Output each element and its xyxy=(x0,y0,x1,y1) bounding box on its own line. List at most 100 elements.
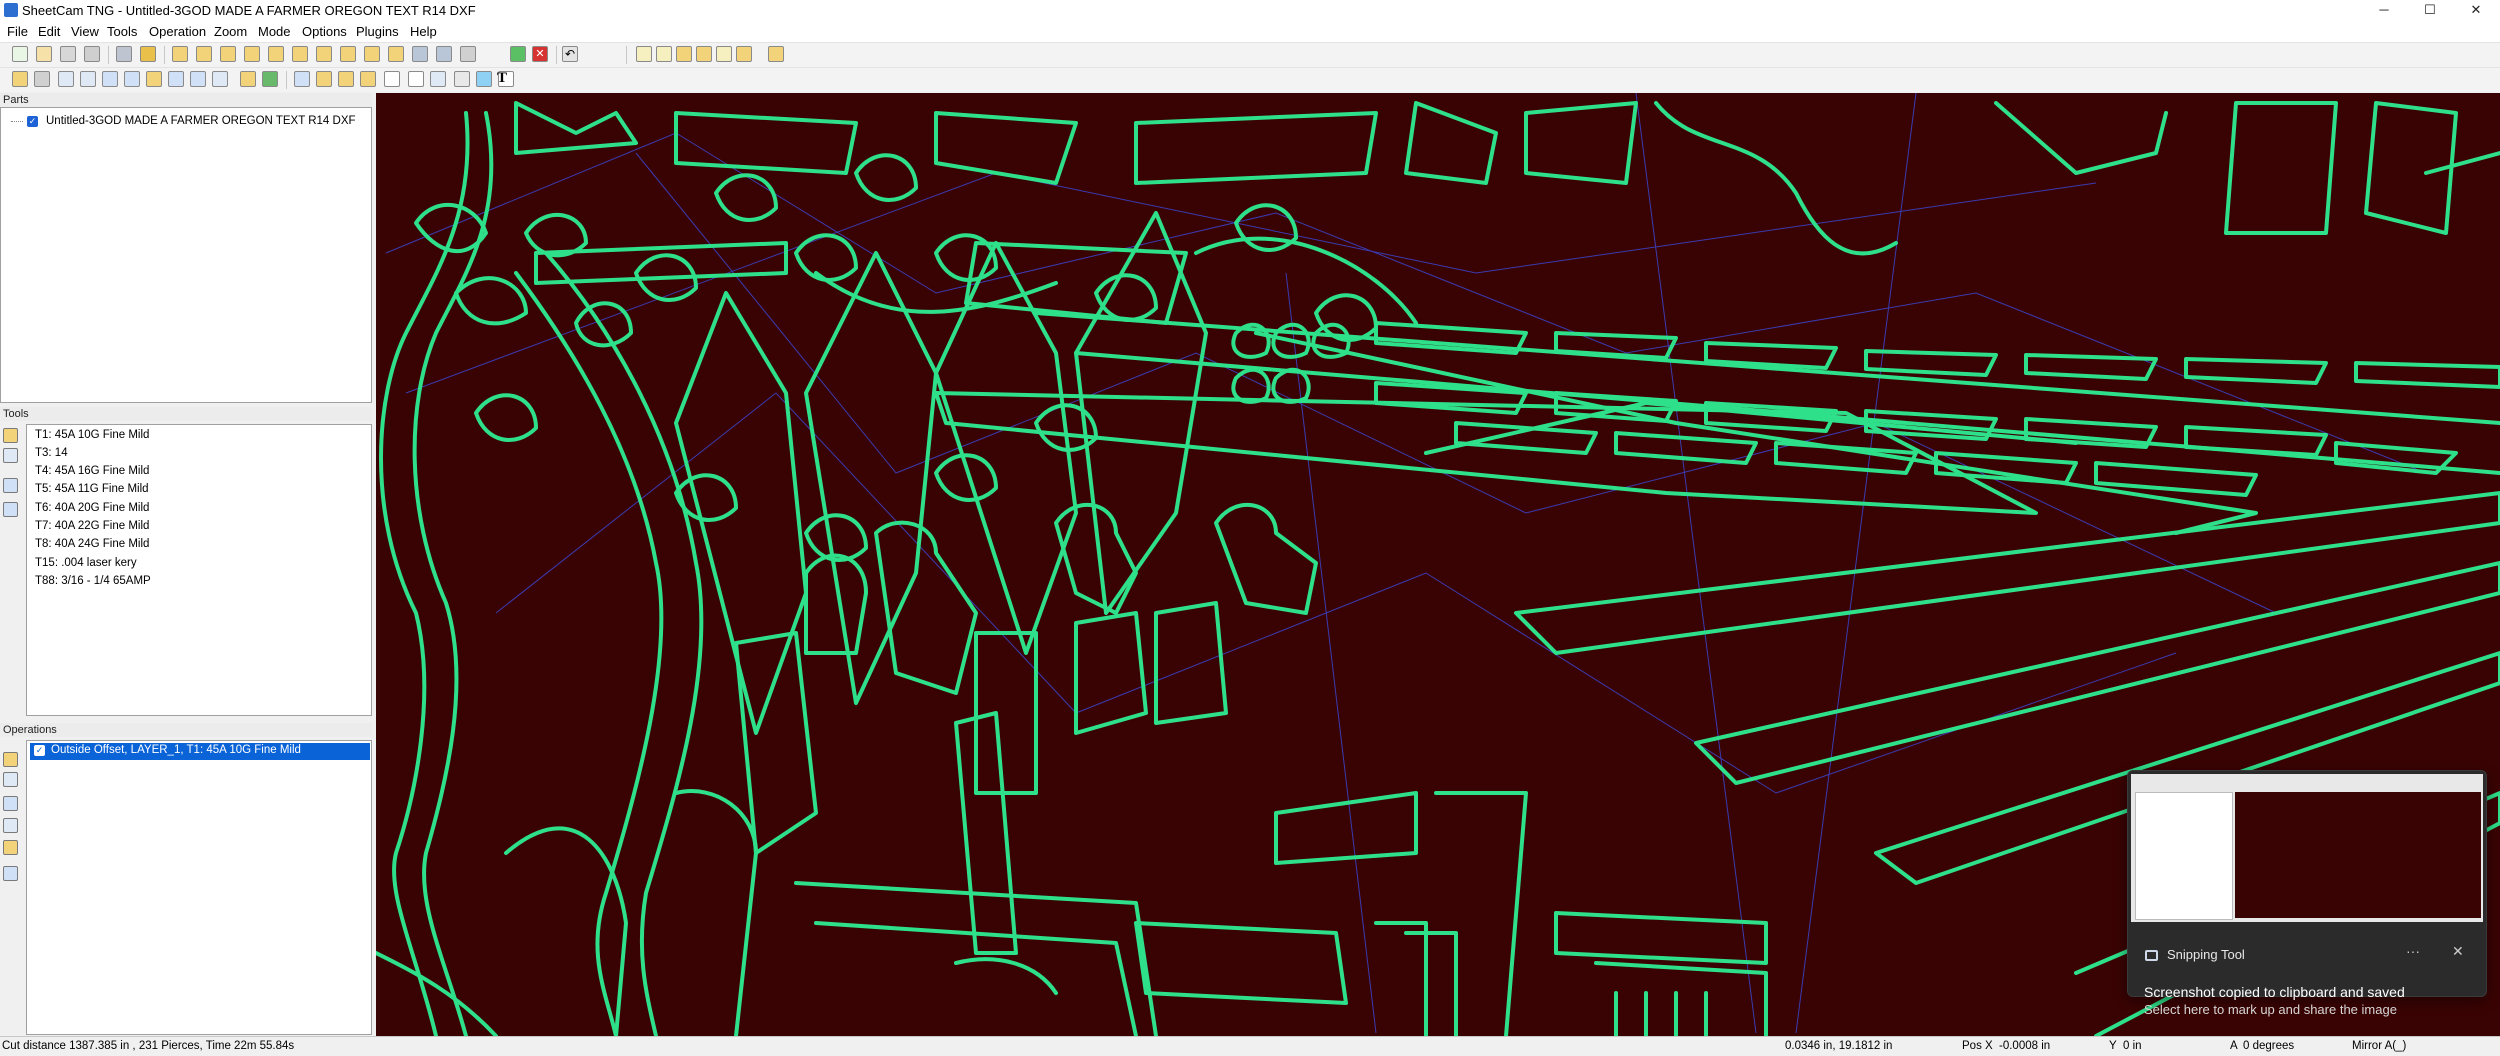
menu-edit[interactable]: Edit xyxy=(38,24,60,39)
zoom-extents-icon[interactable] xyxy=(716,46,732,62)
print-icon[interactable] xyxy=(84,46,100,62)
add-tool-icon[interactable] xyxy=(3,428,18,443)
crosshair-icon[interactable] xyxy=(408,71,424,87)
operation-table-icon[interactable] xyxy=(3,866,18,881)
import-icon[interactable] xyxy=(140,46,156,62)
view-2d-icon[interactable] xyxy=(12,71,28,87)
maximize-button[interactable]: ☐ xyxy=(2407,0,2453,20)
operation-checkbox[interactable]: ✓ xyxy=(34,745,45,756)
menu-view[interactable]: View xyxy=(71,24,99,39)
zoom-previous-icon[interactable] xyxy=(736,46,752,62)
menu-file[interactable]: File xyxy=(7,24,28,39)
tool-item[interactable]: T3: 14 xyxy=(35,447,68,459)
offset-icon[interactable] xyxy=(268,46,284,62)
edit-tool-icon[interactable] xyxy=(3,448,18,463)
drawing-icon[interactable] xyxy=(172,46,188,62)
menu-help[interactable]: Help xyxy=(410,24,437,39)
toast-close-button[interactable]: ✕ xyxy=(2452,943,2464,960)
menu-tools[interactable]: Tools xyxy=(107,24,137,39)
snipping-tool-notification[interactable]: Snipping Tool ··· ✕ Screenshot copied to… xyxy=(2127,770,2487,1017)
save-icon[interactable] xyxy=(60,46,76,62)
zoom-in-icon[interactable] xyxy=(636,46,652,62)
menu-mode[interactable]: Mode xyxy=(258,24,291,39)
new-icon[interactable] xyxy=(12,46,28,62)
view-3d-icon[interactable] xyxy=(34,71,50,87)
array-icon[interactable] xyxy=(364,46,380,62)
scale-icon[interactable] xyxy=(384,71,400,87)
arc-icon[interactable] xyxy=(146,71,162,87)
edit-operation-icon[interactable] xyxy=(3,796,18,811)
pos-x-value[interactable]: -0.0008 in xyxy=(1999,1040,2050,1052)
tool-item[interactable]: T7: 40A 22G Fine Mild xyxy=(35,520,149,532)
zoom-all-icon[interactable] xyxy=(696,46,712,62)
nest-icon[interactable] xyxy=(388,46,404,62)
tool-item[interactable]: T6: 40A 20G Fine Mild xyxy=(35,502,149,514)
tool-library-icon[interactable] xyxy=(3,502,18,517)
tool-item[interactable]: T88: 3/16 - 1/4 65AMP xyxy=(35,575,151,587)
a-value[interactable]: 0 degrees xyxy=(2243,1040,2294,1052)
mirror-toggle[interactable]: Mirror A(_) xyxy=(2352,1040,2406,1052)
tool-item[interactable]: T4: 45A 16G Fine Mild xyxy=(35,465,149,477)
table-icon[interactable] xyxy=(58,71,74,87)
layer-icon[interactable] xyxy=(196,46,212,62)
window-title: SheetCam TNG - Untitled-3GOD MADE A FARM… xyxy=(22,3,476,18)
rotate-icon[interactable] xyxy=(316,46,332,62)
move-icon[interactable] xyxy=(338,71,354,87)
menu-plugins[interactable]: Plugins xyxy=(356,24,399,39)
drill-operation-icon[interactable] xyxy=(3,772,18,787)
part-checkbox[interactable]: ✓ xyxy=(27,116,38,127)
profile-icon[interactable] xyxy=(190,71,206,87)
run-icon[interactable] xyxy=(510,46,526,62)
status-bar: Cut distance 1387.385 in , 231 Pierces, … xyxy=(0,1036,2500,1056)
zoom-window-icon[interactable] xyxy=(676,46,692,62)
tool-item[interactable]: T5: 45A 11G Fine Mild xyxy=(35,483,149,495)
a-label: A xyxy=(2230,1040,2238,1052)
wizard-icon[interactable] xyxy=(460,46,476,62)
delete-icon[interactable]: ✕ xyxy=(532,46,548,62)
tool-icon[interactable] xyxy=(244,46,260,62)
start-point-icon[interactable] xyxy=(292,46,308,62)
add-operation-icon[interactable] xyxy=(3,752,18,767)
lead-icon[interactable] xyxy=(316,71,332,87)
frame-icon[interactable] xyxy=(454,71,470,87)
pocket-icon[interactable] xyxy=(168,71,184,87)
copy-operation-icon[interactable] xyxy=(3,818,18,833)
part-item[interactable]: Untitled-3GOD MADE A FARMER OREGON TEXT … xyxy=(46,115,356,127)
simulate-icon[interactable] xyxy=(412,46,428,62)
tool-item[interactable]: T15: .004 laser kery xyxy=(35,557,137,569)
origin-icon[interactable] xyxy=(360,71,376,87)
wizard2-icon[interactable] xyxy=(212,71,228,87)
copy-icon[interactable] xyxy=(340,46,356,62)
open-icon[interactable] xyxy=(36,46,52,62)
drill-icon[interactable] xyxy=(80,71,96,87)
select-icon[interactable] xyxy=(240,71,256,87)
pointer-icon[interactable] xyxy=(262,71,278,87)
minimize-button[interactable]: ─ xyxy=(2361,0,2407,20)
more-options-button[interactable]: ··· xyxy=(2406,943,2420,959)
line-icon[interactable] xyxy=(102,71,118,87)
tool-item[interactable]: T1: 45A 10G Fine Mild xyxy=(35,429,149,441)
text-icon[interactable]: T xyxy=(494,71,510,87)
contour-icon[interactable] xyxy=(220,46,236,62)
post-icon[interactable] xyxy=(436,46,452,62)
close-button[interactable]: ✕ xyxy=(2453,0,2499,20)
cut-path-icon[interactable] xyxy=(294,71,310,87)
tool-item[interactable]: T8: 40A 24G Fine Mild xyxy=(35,538,149,550)
zoom-part-icon[interactable] xyxy=(768,46,784,62)
rectangle-icon[interactable] xyxy=(430,71,446,87)
tool-table-icon[interactable] xyxy=(3,478,18,493)
parts-panel: ✓ Untitled-3GOD MADE A FARMER OREGON TEX… xyxy=(0,107,372,403)
screenshot-thumbnail[interactable] xyxy=(2131,774,2483,922)
polyline-icon[interactable] xyxy=(124,71,140,87)
laser-icon[interactable] xyxy=(476,71,492,87)
menu-options[interactable]: Options xyxy=(302,24,347,39)
wand-icon[interactable] xyxy=(3,840,18,855)
undo-icon[interactable]: ↶ xyxy=(562,46,578,62)
menu-operation[interactable]: Operation xyxy=(149,24,206,39)
calculator-icon[interactable] xyxy=(116,46,132,62)
menu-zoom[interactable]: Zoom xyxy=(214,24,247,39)
y-value[interactable]: 0 in xyxy=(2123,1040,2142,1052)
zoom-out-icon[interactable] xyxy=(656,46,672,62)
toast-message: Screenshot copied to clipboard and saved xyxy=(2144,984,2405,1000)
operation-item[interactable]: Outside Offset, LAYER_1, T1: 45A 10G Fin… xyxy=(51,744,301,756)
